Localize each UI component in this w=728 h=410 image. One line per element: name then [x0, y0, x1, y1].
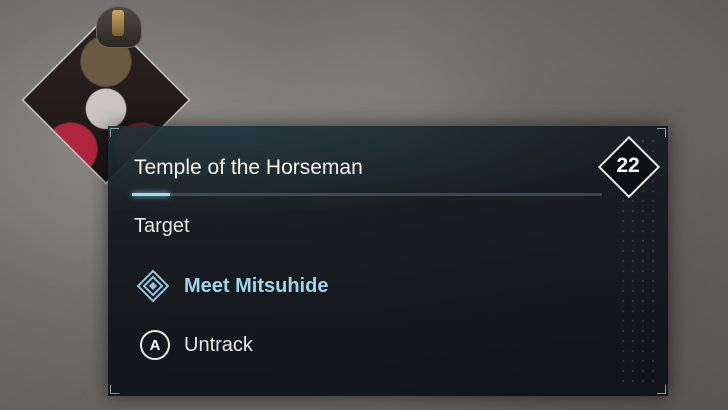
a-button-icon: A — [140, 330, 170, 360]
untrack-button[interactable]: A Untrack — [140, 330, 253, 360]
quest-marker-icon — [136, 269, 170, 303]
untrack-label: Untrack — [184, 333, 253, 356]
corner-bracket — [110, 385, 119, 394]
quest-title: Temple of the Horseman — [134, 156, 363, 179]
crest-ornament-icon — [112, 10, 124, 36]
quest-progress-bar — [132, 193, 602, 196]
objective-item[interactable]: Meet Mitsuhide — [136, 269, 328, 303]
section-label: Target — [134, 215, 190, 237]
level-badge: 22 — [597, 135, 661, 199]
quest-level: 22 — [616, 154, 640, 177]
corner-bracket — [110, 128, 119, 137]
quest-tracker-panel: Temple of the Horseman 22 Target Meet Mi… — [108, 126, 668, 396]
quest-progress-fill — [132, 193, 170, 196]
objective-text: Meet Mitsuhide — [184, 274, 329, 297]
corner-bracket — [657, 385, 666, 394]
